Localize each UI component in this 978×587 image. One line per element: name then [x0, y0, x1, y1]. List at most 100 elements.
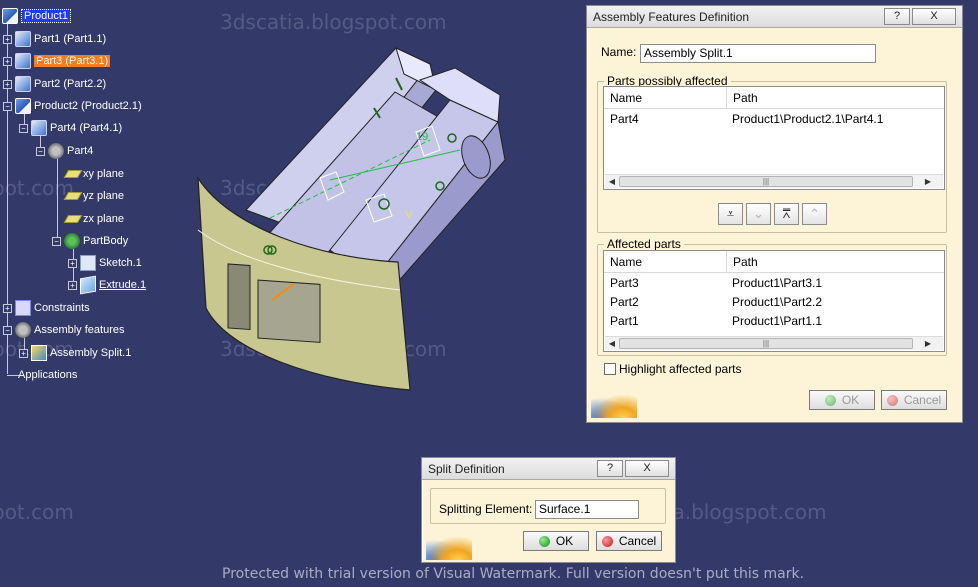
- tree-node-label[interactable]: xy plane: [83, 168, 124, 180]
- list-row[interactable]: Part1 Product1\Part1.1: [604, 311, 944, 330]
- close-button[interactable]: X: [625, 460, 669, 477]
- tree-node-label[interactable]: Part1 (Part1.1): [34, 33, 106, 45]
- list-header: Name Path: [604, 250, 944, 273]
- tree-node-label[interactable]: Product2 (Product2.1): [34, 100, 142, 112]
- constraints-icon: [15, 300, 31, 316]
- cancel-label: Cancel: [618, 534, 657, 548]
- tree-node-part3[interactable]: + Part3 (Part3.1): [3, 52, 111, 70]
- collapse-icon[interactable]: −: [36, 146, 45, 156]
- tree-node-label[interactable]: Part3 (Part3.1): [34, 55, 111, 67]
- list-row[interactable]: Part2 Product1\Part2.2: [604, 292, 944, 311]
- expand-icon[interactable]: +: [3, 303, 12, 313]
- tree-node-assembly-features[interactable]: − Assembly features: [3, 321, 124, 339]
- list-row[interactable]: Part3 Product1\Part3.1: [604, 273, 944, 292]
- tree-node-partbody[interactable]: − PartBody: [52, 232, 128, 250]
- tree-node-sketch[interactable]: + Sketch.1: [68, 254, 142, 272]
- tree-node-label[interactable]: PartBody: [83, 235, 128, 247]
- horizontal-scrollbar[interactable]: ◀ ||| ▶: [605, 174, 943, 188]
- tree-node-zx-plane[interactable]: zx plane: [63, 210, 124, 228]
- axis-label: V: [405, 209, 413, 221]
- tree-node-label[interactable]: Assembly features: [34, 324, 124, 336]
- plane-icon: [63, 215, 83, 223]
- row-name: Part2: [610, 294, 639, 309]
- cancel-button[interactable]: Cancel: [881, 390, 947, 410]
- move-all-down-icon[interactable]: ⩡: [718, 203, 743, 225]
- tree-node-assembly-split[interactable]: + Assembly Split.1: [19, 344, 131, 362]
- expand-icon[interactable]: +: [68, 280, 77, 290]
- expand-icon[interactable]: +: [3, 56, 12, 66]
- cancel-icon: [886, 394, 898, 406]
- expand-icon[interactable]: +: [68, 258, 77, 268]
- cancel-button[interactable]: Cancel: [596, 531, 662, 551]
- collapse-icon[interactable]: −: [19, 123, 28, 133]
- ok-button[interactable]: OK: [809, 390, 875, 410]
- tree-node-product2[interactable]: − Product2 (Product2.1): [3, 97, 142, 115]
- move-all-up-icon[interactable]: ⩞: [774, 203, 799, 225]
- splitting-element-field[interactable]: Surface.1: [535, 500, 639, 519]
- tree-node-label[interactable]: Part4: [67, 145, 93, 157]
- collapse-icon[interactable]: −: [52, 236, 61, 246]
- tree-node-label[interactable]: Part2 (Part2.2): [34, 78, 106, 90]
- tree-node-yz-plane[interactable]: yz plane: [63, 187, 124, 205]
- column-header-name[interactable]: Name: [604, 87, 726, 109]
- tree-node-extrude[interactable]: + Extrude.1: [68, 275, 146, 295]
- tree-node-xy-plane[interactable]: xy plane: [63, 165, 124, 183]
- scroll-right-icon[interactable]: ▶: [913, 177, 943, 186]
- tree-node-label[interactable]: Assembly Split.1: [50, 347, 131, 359]
- scroll-left-icon[interactable]: ◀: [605, 339, 619, 348]
- dialog-title: Assembly Features Definition: [593, 9, 750, 24]
- catia-logo-icon: [591, 394, 637, 418]
- expand-icon[interactable]: +: [19, 348, 28, 358]
- close-button[interactable]: X: [912, 8, 956, 25]
- tree-node-label[interactable]: yz plane: [83, 190, 124, 202]
- collapse-icon[interactable]: −: [3, 101, 12, 111]
- collapse-icon[interactable]: −: [3, 325, 12, 335]
- expand-icon[interactable]: +: [3, 34, 12, 44]
- expand-icon[interactable]: +: [3, 79, 12, 89]
- scroll-thumb[interactable]: |||: [619, 338, 913, 349]
- move-up-icon[interactable]: ⌃: [802, 203, 827, 225]
- catia-logo-icon: [426, 536, 472, 560]
- column-header-path[interactable]: Path: [726, 86, 944, 109]
- highlight-checkbox[interactable]: [604, 363, 616, 375]
- move-down-icon[interactable]: ⌄: [746, 203, 771, 225]
- tree-node-label[interactable]: Extrude.1: [99, 279, 146, 291]
- possibly-affected-list[interactable]: Name Path Part4 Product1\Product2.1\Part…: [603, 86, 945, 190]
- ok-icon: [538, 535, 550, 547]
- column-header-name[interactable]: Name: [604, 251, 726, 273]
- ok-label: OK: [555, 534, 574, 548]
- scroll-left-icon[interactable]: ◀: [605, 177, 619, 186]
- tree-node-label[interactable]: zx plane: [83, 213, 124, 225]
- list-row[interactable]: Part4 Product1\Product2.1\Part4.1: [604, 109, 944, 128]
- help-button[interactable]: ?: [884, 8, 910, 25]
- tree-node-part4-instance[interactable]: − Part4 (Part4.1): [19, 119, 122, 137]
- help-button[interactable]: ?: [597, 460, 623, 477]
- scroll-right-icon[interactable]: ▶: [913, 339, 943, 348]
- tree-node-part2[interactable]: + Part2 (Part2.2): [3, 75, 106, 93]
- splitting-element-label: Splitting Element:: [439, 502, 533, 516]
- tree-node-label[interactable]: Applications: [18, 369, 77, 381]
- part-document-icon: [48, 143, 64, 159]
- tree-node-label[interactable]: Constraints: [34, 302, 90, 314]
- dimension-label: 19: [416, 131, 428, 143]
- tree-node-label[interactable]: Part4 (Part4.1): [50, 122, 122, 134]
- affected-parts-list[interactable]: Name Path Part3 Product1\Part3.1 Part2 P…: [603, 250, 945, 352]
- tree-node-applications[interactable]: Applications: [18, 366, 77, 384]
- tree-node-product1[interactable]: Product1: [2, 7, 72, 25]
- highlight-label[interactable]: Highlight affected parts: [619, 362, 742, 376]
- ok-button[interactable]: OK: [523, 531, 589, 551]
- tree-node-part1[interactable]: + Part1 (Part1.1): [3, 30, 106, 48]
- row-path: Product1\Part3.1: [732, 275, 823, 290]
- group-title: Affected parts: [604, 237, 684, 251]
- column-header-path[interactable]: Path: [726, 250, 944, 273]
- name-field[interactable]: Assembly Split.1: [640, 44, 876, 63]
- product-icon: [15, 98, 31, 114]
- scroll-thumb[interactable]: |||: [619, 176, 913, 187]
- tree-node-label[interactable]: Sketch.1: [99, 257, 142, 269]
- tree-node-constraints[interactable]: + Constraints: [3, 299, 90, 317]
- tree-node-part4[interactable]: − Part4: [36, 142, 93, 160]
- horizontal-scrollbar[interactable]: ◀ ||| ▶: [605, 336, 943, 350]
- tree-node-label[interactable]: Product1: [21, 9, 72, 23]
- part-icon: [15, 76, 31, 92]
- watermark-text: pot.com: [0, 500, 74, 524]
